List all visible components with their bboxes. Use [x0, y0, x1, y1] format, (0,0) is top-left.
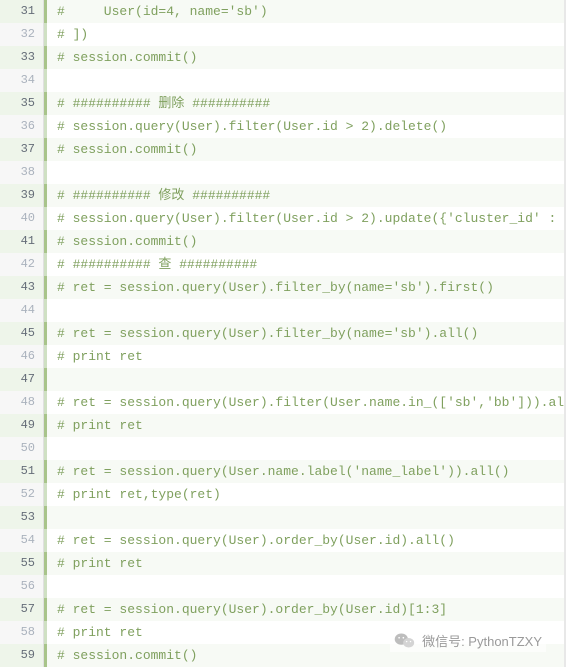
- comment-token: # session.commit(): [57, 142, 197, 157]
- line-number: 40: [0, 207, 43, 230]
- line-number: 59: [0, 644, 43, 667]
- comment-token: # User(id=4, name='sb'): [57, 4, 268, 19]
- line-number: 49: [0, 414, 43, 437]
- comment-token: # ########## 查 ##########: [57, 257, 257, 272]
- line-number: 56: [0, 575, 43, 598]
- line-number: 38: [0, 161, 43, 184]
- code-line[interactable]: # ret = session.query(User).order_by(Use…: [44, 529, 564, 552]
- comment-token: # ########## 删除 ##########: [57, 96, 270, 111]
- line-number: 39: [0, 184, 43, 207]
- comment-token: # ret = session.query(User).filter(User.…: [57, 395, 566, 410]
- line-number: 45: [0, 322, 43, 345]
- line-number: 37: [0, 138, 43, 161]
- comment-token: # print ret: [57, 556, 143, 571]
- code-line[interactable]: # User(id=4, name='sb'): [44, 0, 564, 23]
- line-number: 48: [0, 391, 43, 414]
- code-line[interactable]: # ########## 删除 ##########: [44, 92, 564, 115]
- line-number: 57: [0, 598, 43, 621]
- code-line[interactable]: # session.commit(): [44, 138, 564, 161]
- line-number: 47: [0, 368, 43, 391]
- code-line[interactable]: # session.commit(): [44, 230, 564, 253]
- code-editor: 3132333435363738394041424344454647484950…: [0, 0, 566, 667]
- code-line[interactable]: # print ret: [44, 345, 564, 368]
- code-line[interactable]: # ret = session.query(User.name.label('n…: [44, 460, 564, 483]
- code-line[interactable]: [44, 575, 564, 598]
- code-line[interactable]: [44, 437, 564, 460]
- code-line[interactable]: # ret = session.query(User).order_by(Use…: [44, 598, 564, 621]
- code-line[interactable]: [44, 69, 564, 92]
- code-line[interactable]: # ret = session.query(User).filter(User.…: [44, 391, 564, 414]
- code-line[interactable]: # ########## 查 ##########: [44, 253, 564, 276]
- code-line[interactable]: [44, 368, 564, 391]
- comment-token: # session.query(User).filter(User.id > 2…: [57, 211, 566, 226]
- line-number: 52: [0, 483, 43, 506]
- line-number: 42: [0, 253, 43, 276]
- line-number: 33: [0, 46, 43, 69]
- line-number: 34: [0, 69, 43, 92]
- line-number: 50: [0, 437, 43, 460]
- line-number-gutter: 3132333435363738394041424344454647484950…: [0, 0, 44, 667]
- line-number: 55: [0, 552, 43, 575]
- comment-token: # ret = session.query(User).filter_by(na…: [57, 326, 478, 341]
- comment-token: # session.commit(): [57, 648, 197, 663]
- comment-token: # ret = session.query(User.name.label('n…: [57, 464, 509, 479]
- comment-token: # print ret: [57, 625, 143, 640]
- comment-token: # ret = session.query(User).filter_by(na…: [57, 280, 494, 295]
- line-number: 54: [0, 529, 43, 552]
- code-line[interactable]: # print ret: [44, 414, 564, 437]
- code-line[interactable]: # session.commit(): [44, 46, 564, 69]
- line-number: 35: [0, 92, 43, 115]
- line-number: 53: [0, 506, 43, 529]
- comment-token: # session.commit(): [57, 50, 197, 65]
- code-line[interactable]: # print ret,type(ret): [44, 483, 564, 506]
- comment-token: # print ret: [57, 418, 143, 433]
- code-line[interactable]: # ret = session.query(User).filter_by(na…: [44, 322, 564, 345]
- line-number: 43: [0, 276, 43, 299]
- line-number: 32: [0, 23, 43, 46]
- comment-token: # ########## 修改 ##########: [57, 188, 270, 203]
- line-number: 46: [0, 345, 43, 368]
- comment-token: # session.query(User).filter(User.id > 2…: [57, 119, 447, 134]
- code-line[interactable]: # ret = session.query(User).filter_by(na…: [44, 276, 564, 299]
- code-line[interactable]: # ########## 修改 ##########: [44, 184, 564, 207]
- line-number: 41: [0, 230, 43, 253]
- wechat-watermark: 微信号: PythonTZXY: [390, 629, 546, 652]
- code-line[interactable]: # print ret: [44, 552, 564, 575]
- line-number: 44: [0, 299, 43, 322]
- line-number: 51: [0, 460, 43, 483]
- comment-token: # ret = session.query(User).order_by(Use…: [57, 533, 455, 548]
- line-number: 31: [0, 0, 43, 23]
- comment-token: # print ret: [57, 349, 143, 364]
- code-line[interactable]: # ]): [44, 23, 564, 46]
- line-number: 58: [0, 621, 43, 644]
- line-number: 36: [0, 115, 43, 138]
- comment-token: # ]): [57, 27, 88, 42]
- watermark-text: 微信号: PythonTZXY: [422, 631, 542, 650]
- comment-token: # session.commit(): [57, 234, 197, 249]
- code-content[interactable]: # User(id=4, name='sb') # ]) # session.com…: [44, 0, 566, 667]
- comment-token: # print ret,type(ret): [57, 487, 221, 502]
- code-line[interactable]: [44, 161, 564, 184]
- code-line[interactable]: # session.query(User).filter(User.id > 2…: [44, 115, 564, 138]
- comment-token: # ret = session.query(User).order_by(Use…: [57, 602, 447, 617]
- code-line[interactable]: [44, 299, 564, 322]
- wechat-icon: [394, 631, 416, 650]
- code-line[interactable]: [44, 506, 564, 529]
- code-line[interactable]: # session.query(User).filter(User.id > 2…: [44, 207, 564, 230]
